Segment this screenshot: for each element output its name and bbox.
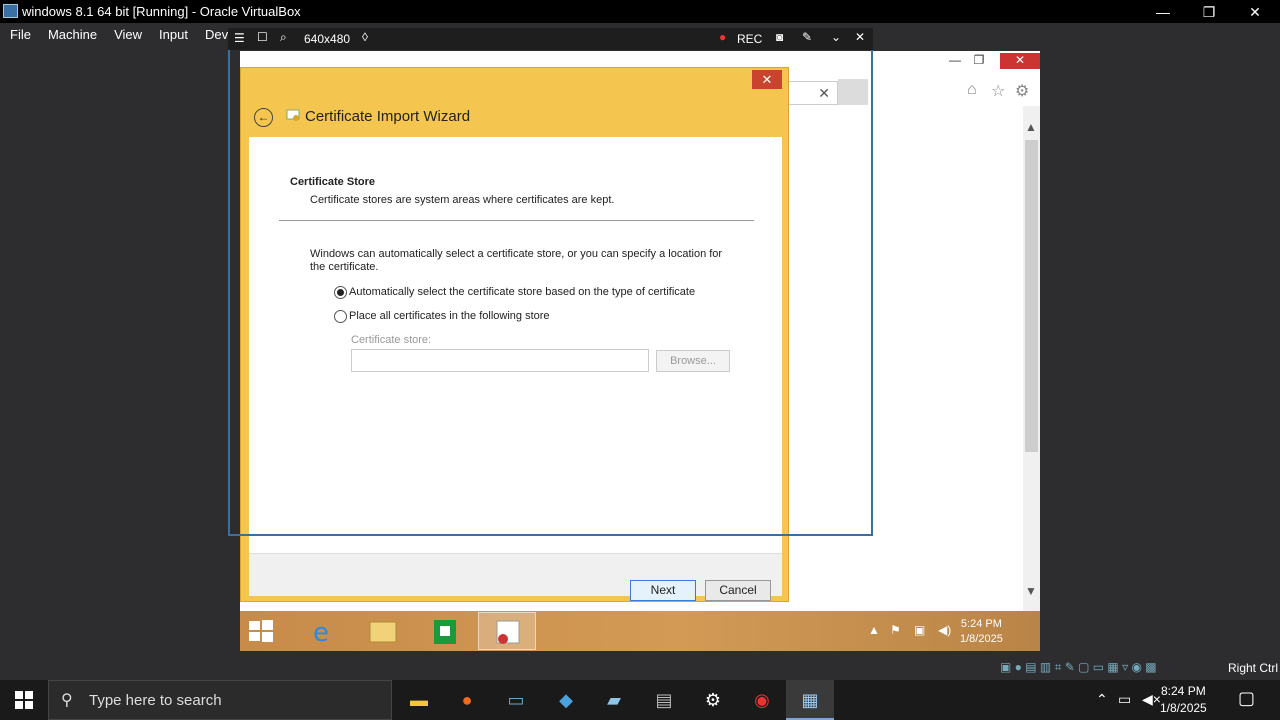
virtualbox-icon	[3, 4, 18, 18]
ie-minimize-button[interactable]: —	[942, 53, 968, 69]
tray-flag-icon[interactable]: ⚑	[890, 623, 901, 637]
resolution-label: 640x480	[304, 32, 351, 46]
favorites-star-icon[interactable]: ☆	[991, 81, 1005, 101]
record-icon[interactable]: ●	[719, 30, 726, 44]
taskbar-printer-icon[interactable]: ▤	[640, 680, 688, 720]
status-device-icons[interactable]: ▣ ● ▤ ▥ ⌗ ✎ ▢ ▭ ▦ ▿ ◉ ▩	[1000, 660, 1157, 675]
taskbar-remote-desktop-icon[interactable]: ▭	[492, 680, 540, 720]
taskbar-notepad-icon[interactable]: ▰	[590, 680, 638, 720]
taskbar-firefox-icon[interactable]: ●	[443, 680, 491, 720]
menu-machine[interactable]: Machine	[38, 23, 104, 45]
notifications-icon[interactable]: ▢	[1238, 688, 1255, 709]
taskbar-file-explorer-icon[interactable]	[354, 612, 412, 650]
tray-volume-muted-icon[interactable]: ◀×	[1142, 691, 1161, 708]
home-icon[interactable]: ⌂	[967, 81, 977, 99]
menu-icon[interactable]: ☰	[234, 31, 245, 45]
tray-up-arrow-icon[interactable]: ▲	[868, 623, 880, 637]
collapse-icon[interactable]: ⌄	[831, 30, 841, 44]
tray-network-icon[interactable]: ▣	[914, 623, 925, 637]
taskbar-file-explorer-icon[interactable]: ▬	[395, 680, 443, 720]
vbox-mini-toolbar: ☰ ☐ ⌕ 640x480 ◊ ● REC ◙ ✎ ⌄ ✕	[228, 28, 873, 50]
host-restore-button[interactable]: ❐	[1186, 2, 1232, 22]
host-key-label: Right Ctrl	[1228, 661, 1279, 675]
taskbar-ie-icon[interactable]: e	[292, 612, 350, 650]
zoom-icon[interactable]: ⌕	[280, 30, 287, 45]
wizard-footer	[249, 553, 782, 596]
taskbar-store-icon[interactable]	[416, 612, 474, 650]
host-clock[interactable]: 8:24 PM 1/8/2025	[1160, 683, 1207, 717]
host-close-button[interactable]: ✕	[1232, 2, 1278, 22]
windows-start-icon[interactable]	[15, 691, 33, 709]
vbox-status-bar: ▣ ● ▤ ▥ ⌗ ✎ ▢ ▭ ▦ ▿ ◉ ▩ Right Ctrl	[1000, 660, 1280, 678]
next-button[interactable]: Next	[630, 580, 696, 601]
vm-scaled-frame	[228, 50, 873, 536]
camera-icon[interactable]: ◙	[776, 30, 783, 44]
taskbar-certificate-icon[interactable]	[478, 612, 536, 650]
guest-clock[interactable]: 5:24 PM 1/8/2025	[960, 617, 1003, 647]
guest-taskbar: e ▲ ⚑ ▣ ◀) 5:24 PM 1/8/2025	[240, 611, 1040, 651]
fullscreen-icon[interactable]: ☐	[257, 30, 268, 44]
taskbar-visual-studio-icon[interactable]: ◆	[542, 680, 590, 720]
cancel-button[interactable]: Cancel	[705, 580, 771, 601]
tray-volume-icon[interactable]: ◀)	[938, 623, 951, 637]
host-title-bar: windows 8.1 64 bit [Running] - Oracle Vi…	[0, 0, 1280, 23]
gear-icon[interactable]: ⚙	[1015, 81, 1029, 101]
ie-restore-button[interactable]: ❐	[966, 53, 992, 69]
windows-start-icon[interactable]	[248, 619, 274, 643]
host-taskbar: ⚲ Type here to search ▬ ● ▭ ◆ ▰ ▤ ⚙ ◉ ▦ …	[0, 680, 1280, 720]
pencil-icon[interactable]: ✎	[802, 30, 812, 44]
host-minimize-button[interactable]: —	[1140, 2, 1186, 22]
scroll-up-icon[interactable]: ▲	[1025, 120, 1037, 134]
search-placeholder: Type here to search	[89, 692, 222, 709]
menu-input[interactable]: Input	[149, 23, 195, 45]
search-icon: ⚲	[61, 692, 73, 709]
host-window-title: windows 8.1 64 bit [Running] - Oracle Vi…	[22, 4, 301, 19]
drop-icon[interactable]: ◊	[362, 30, 368, 44]
rec-label[interactable]: REC	[737, 32, 762, 46]
ie-scrollbar[interactable]: ▲ ▼	[1023, 106, 1040, 611]
svg-text:e: e	[313, 618, 329, 648]
host-menu-bar: File Machine View Input Devices	[0, 23, 258, 45]
tray-network-icon[interactable]: ▭	[1118, 691, 1131, 708]
taskbar-search-box[interactable]: ⚲ Type here to search	[48, 680, 392, 720]
toolbar-close-icon[interactable]: ✕	[855, 30, 865, 44]
ie-close-button[interactable]: ✕	[1000, 53, 1040, 69]
scroll-down-icon[interactable]: ▼	[1025, 584, 1037, 598]
tray-up-arrow-icon[interactable]: ⌃	[1096, 691, 1108, 708]
taskbar-virtualbox-icon[interactable]: ▦	[786, 680, 834, 720]
scrollbar-thumb[interactable]	[1025, 140, 1038, 452]
taskbar-settings-gear-icon[interactable]: ⚙	[689, 680, 737, 720]
menu-file[interactable]: File	[0, 23, 38, 45]
taskbar-record-icon[interactable]: ◉	[738, 680, 786, 720]
menu-view[interactable]: View	[104, 23, 149, 45]
